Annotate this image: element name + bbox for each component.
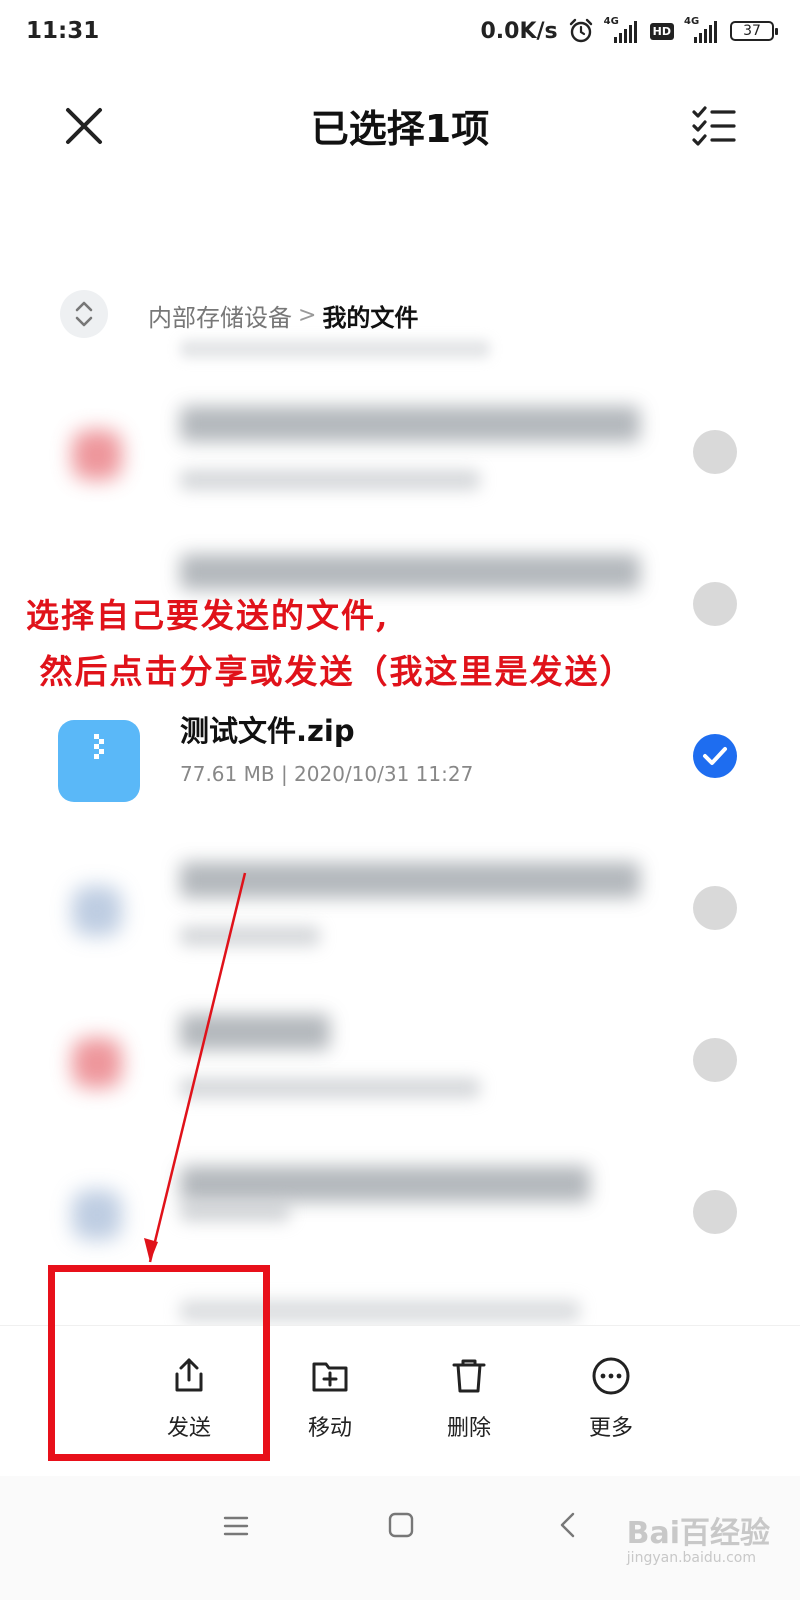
instruction-annotation: 选择自己要发送的文件, 然后点击分享或发送（我这里是发送） — [26, 588, 635, 700]
trash-icon — [452, 1359, 486, 1393]
menu-icon[interactable] — [222, 1512, 250, 1540]
breadcrumb-current: 我的文件 — [322, 304, 419, 332]
file-meta-blurred — [180, 926, 320, 946]
select-checkbox-checked[interactable] — [693, 734, 737, 778]
file-meta-blurred — [180, 1202, 290, 1222]
file-name-blurred — [180, 862, 640, 898]
select-checkbox[interactable] — [693, 430, 737, 474]
battery-level: 37 — [743, 23, 761, 39]
folder-plus-icon — [312, 1362, 348, 1392]
check-icon — [703, 747, 727, 765]
signal-icon-sim2: 4G — [684, 16, 720, 43]
file-type-icon — [72, 1190, 122, 1240]
battery-icon: 37 — [730, 21, 778, 41]
home-icon[interactable] — [386, 1510, 416, 1540]
annotation-line-2: 然后点击分享或发送（我这里是发送） — [26, 652, 635, 691]
highlight-box — [48, 1265, 270, 1461]
list-item-selected[interactable]: 测试文件.zip 77.61 MB | 2020/10/31 11:27 — [0, 682, 800, 832]
watermark-url: jingyan.baidu.com — [626, 1550, 756, 1566]
file-type-icon — [72, 1038, 122, 1088]
more-button[interactable]: 更多 — [551, 1356, 671, 1442]
page-title: 已选择1项 — [310, 107, 490, 151]
hd-icon: HD — [649, 22, 674, 40]
back-icon[interactable] — [556, 1510, 580, 1540]
file-type-icon — [72, 886, 122, 936]
breadcrumb: 内部存储设备 > 我的文件 — [148, 298, 418, 333]
storage-switch-button[interactable] — [60, 290, 108, 338]
expand-collapse-icon — [75, 301, 93, 327]
select-checkbox[interactable] — [693, 1190, 737, 1234]
zip-file-icon — [58, 720, 140, 802]
select-checkbox[interactable] — [693, 886, 737, 930]
list-item[interactable] — [0, 834, 800, 984]
file-name: 测试文件.zip — [180, 714, 355, 748]
more-label: 更多 — [588, 1416, 633, 1441]
delete-button[interactable]: 删除 — [409, 1356, 529, 1442]
status-indicators: 0.0K/s 4G HD 4G 37 — [480, 16, 778, 46]
list-item-partial-meta — [180, 340, 490, 358]
select-checkbox[interactable] — [693, 582, 737, 626]
net-speed: 0.0K/s — [480, 18, 558, 44]
annotation-line-1: 选择自己要发送的文件, — [26, 596, 390, 635]
file-type-icon — [72, 430, 122, 480]
file-meta-blurred — [180, 1078, 480, 1098]
move-button[interactable]: 移动 — [270, 1356, 390, 1442]
file-meta: 77.61 MB | 2020/10/31 11:27 — [180, 762, 474, 786]
alarm-icon — [569, 18, 592, 43]
more-icon — [592, 1357, 630, 1395]
list-item[interactable] — [0, 378, 800, 528]
delete-label: 删除 — [446, 1416, 491, 1441]
file-meta-blurred — [180, 470, 480, 490]
breadcrumb-parent[interactable]: 内部存储设备 — [148, 298, 292, 333]
breadcrumb-separator: > — [298, 303, 317, 328]
watermark-logo: Bai百经验 — [626, 1516, 770, 1551]
select-all-button[interactable] — [690, 102, 738, 150]
file-name-blurred — [180, 1166, 590, 1202]
file-name-blurred — [180, 554, 640, 590]
select-checkbox[interactable] — [693, 1038, 737, 1082]
checklist-icon — [692, 106, 736, 146]
list-item[interactable] — [0, 986, 800, 1136]
signal-icon-sim1: 4G — [604, 16, 640, 43]
status-time: 11:31 — [26, 18, 100, 44]
file-name-blurred — [180, 1014, 330, 1050]
file-name-blurred — [180, 406, 640, 442]
move-label: 移动 — [307, 1416, 352, 1441]
